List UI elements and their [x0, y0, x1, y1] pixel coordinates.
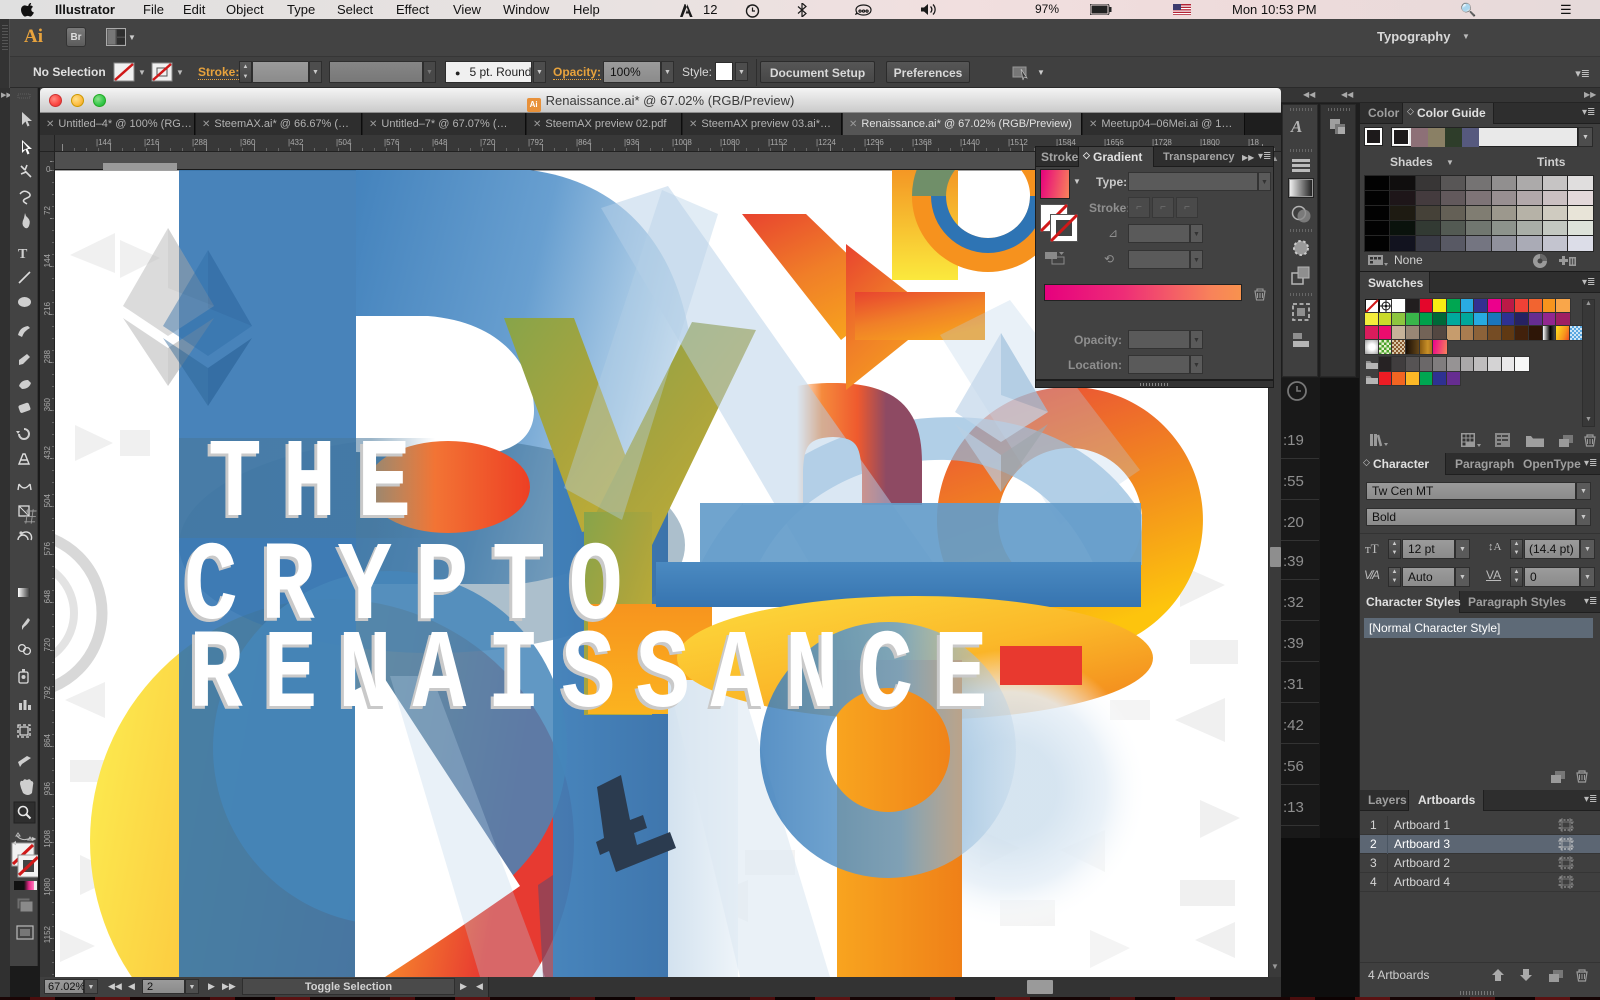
svg-text:T: T — [18, 247, 28, 262]
svg-text:RENAISSANCE: RENAISSANCE — [189, 614, 1008, 740]
